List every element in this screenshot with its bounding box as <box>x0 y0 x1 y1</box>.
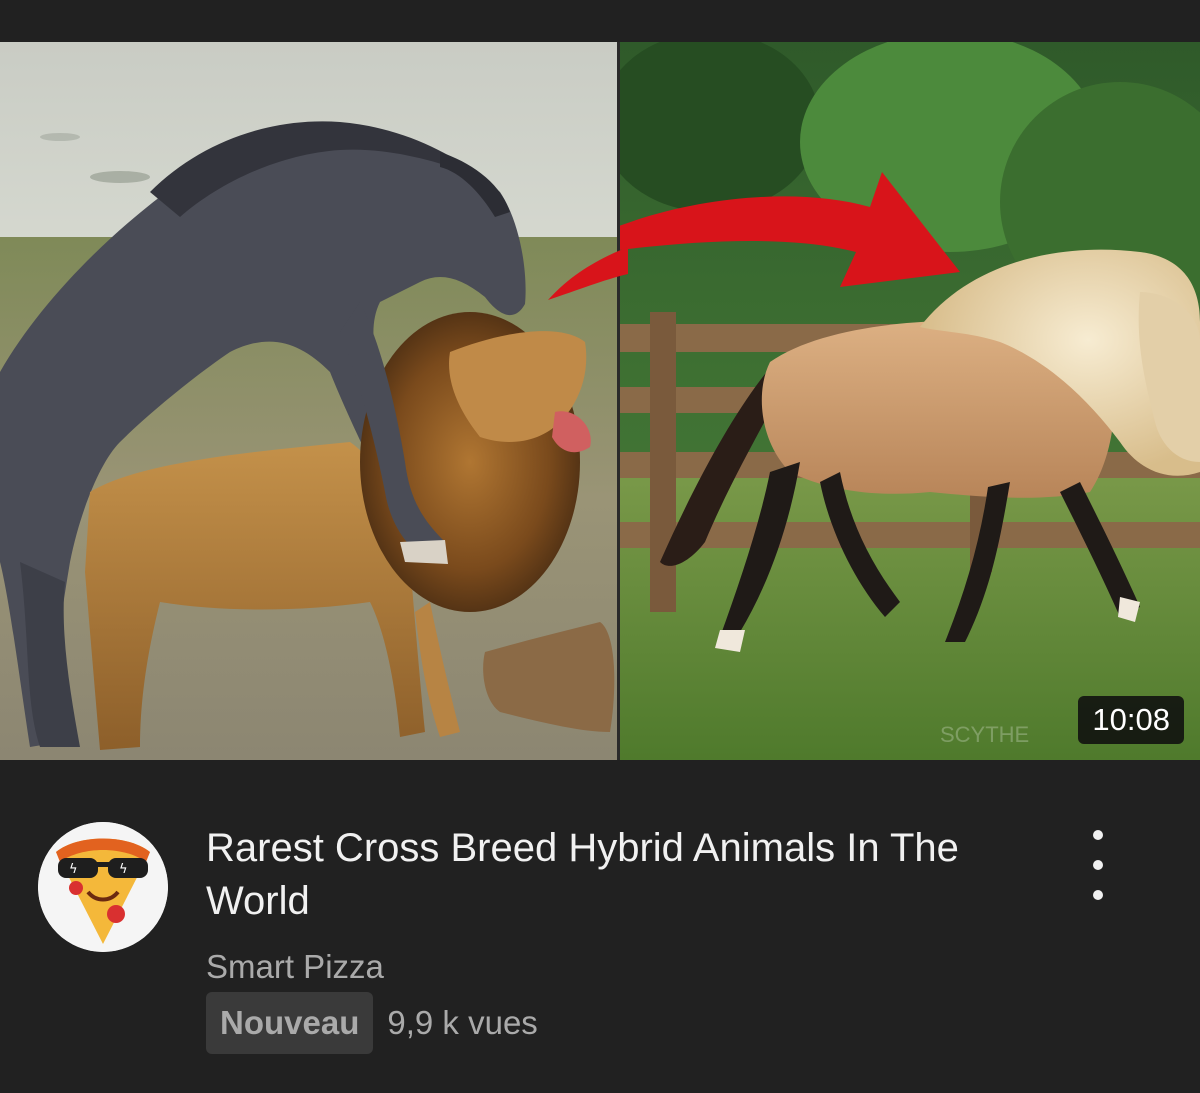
svg-text:ϟ: ϟ <box>119 862 128 877</box>
more-vert-icon <box>1093 830 1103 840</box>
video-title[interactable]: Rarest Cross Breed Hybrid Animals In The… <box>206 822 1026 928</box>
more-options-button[interactable] <box>1078 830 1118 900</box>
view-count: 9,9 k vues <box>387 1004 538 1041</box>
thumbnail-right-image: SCYTHE <box>620 42 1200 760</box>
channel-name[interactable]: Smart Pizza <box>206 946 384 988</box>
video-meta: ϟ ϟ Rarest Cross Breed Hybrid Animals In… <box>0 760 1200 1093</box>
duration-badge: 10:08 <box>1078 696 1184 744</box>
svg-text:ϟ: ϟ <box>69 862 78 877</box>
pizza-slice-sunglasses-icon: ϟ ϟ <box>38 822 168 952</box>
video-thumbnail[interactable]: SCYTHE 10:08 <box>0 42 1200 760</box>
svg-text:SCYTHE: SCYTHE <box>940 722 1029 747</box>
more-vert-icon-dot <box>1093 860 1103 870</box>
video-card[interactable]: SCYTHE 10:08 ϟ ϟ Rarest Cross Breed Hybr… <box>0 0 1200 1093</box>
video-stats: Nouveau 9,9 k vues <box>206 992 538 1054</box>
top-bar <box>0 0 1200 42</box>
thumbnail-left-image <box>0 42 618 760</box>
new-badge: Nouveau <box>206 992 374 1054</box>
more-vert-icon-dot <box>1093 890 1103 900</box>
arrow-icon <box>548 247 628 300</box>
channel-avatar[interactable]: ϟ ϟ <box>38 822 168 952</box>
